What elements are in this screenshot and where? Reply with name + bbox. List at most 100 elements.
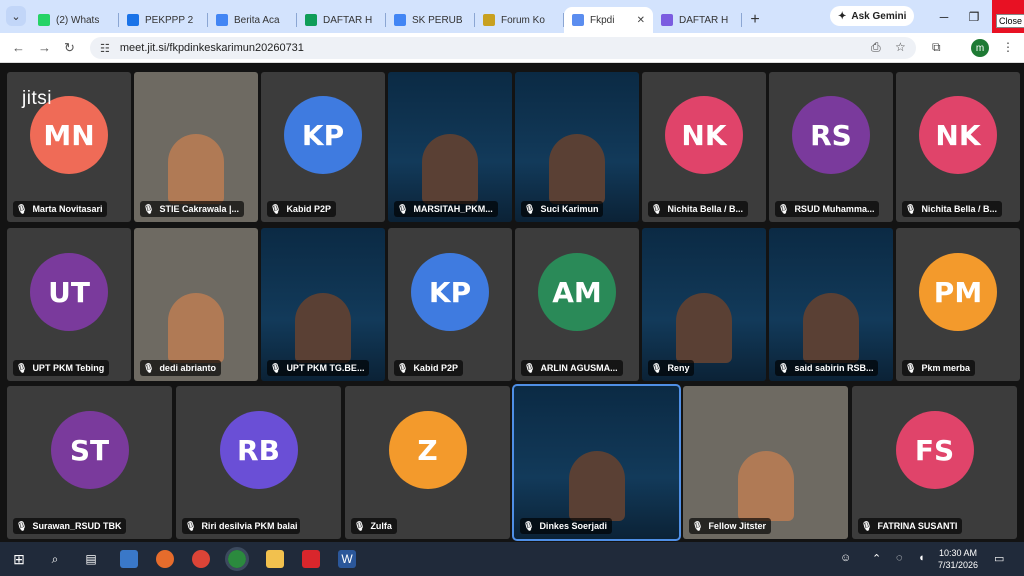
firefox-icon[interactable]	[156, 550, 174, 568]
participant-tile[interactable]: KP 🎙︎ Kabid P2P	[388, 228, 512, 381]
minimize-icon[interactable]: ─	[928, 0, 960, 33]
participant-video	[737, 451, 794, 521]
muted-mic-icon: 🎙︎	[524, 203, 536, 214]
forward-icon[interactable]: →	[38, 40, 51, 55]
participant-tile[interactable]: KP 🎙︎ Kabid P2P	[261, 72, 385, 222]
muted-mic-icon: 🎙︎	[397, 203, 409, 214]
participant-avatar: RB	[219, 411, 298, 490]
participant-tile[interactable]: Z 🎙︎ Zulfa	[345, 386, 510, 539]
restore-icon[interactable]: ❐	[958, 0, 990, 33]
muted-mic-icon: 🎙︎	[861, 520, 873, 531]
tab-favicon-icon	[394, 14, 406, 26]
participant-name: FATRINA SUSANTI	[877, 521, 958, 531]
install-icon[interactable]: ⎙	[871, 40, 881, 55]
browser-tab[interactable]: Fkpdi ✕	[564, 7, 653, 33]
participant-name: UPT PKM TG.BE...	[286, 363, 365, 373]
file-explorer-icon[interactable]	[266, 550, 284, 568]
browser-tab[interactable]: SK PERUB	[386, 7, 475, 33]
browser-tab[interactable]: DAFTAR H	[297, 7, 386, 33]
muted-mic-icon: 🎙︎	[354, 520, 366, 531]
participant-name: Fellow Jitster	[708, 521, 766, 531]
profile-avatar[interactable]: m	[971, 39, 989, 57]
word-icon[interactable]: W	[338, 550, 356, 568]
extensions-icon[interactable]: ⧉	[932, 40, 941, 55]
ask-gemini-button[interactable]: ✦ Ask Gemini	[830, 6, 915, 26]
participant-tile[interactable]: 🎙︎ Dinkes Soerjadi	[512, 384, 681, 541]
participant-tile[interactable]: UT 🎙︎ UPT PKM Tebing	[7, 228, 131, 381]
participant-tile[interactable]: 🎙︎ said sabirin RSB...	[769, 228, 893, 381]
participant-avatar: UT	[30, 253, 108, 332]
participant-name: Nichita Bella / B...	[921, 204, 997, 214]
people-icon[interactable]: ☺	[840, 552, 851, 564]
participant-tile[interactable]: AM 🎙︎ ARLIN AGUSMA...	[515, 228, 639, 381]
muted-mic-icon: 🎙︎	[270, 362, 282, 373]
participant-tile[interactable]: 🎙︎ Fellow Jitster	[683, 386, 848, 539]
browser-tab[interactable]: Forum Ko	[475, 7, 564, 33]
volume-icon[interactable]: ◖	[918, 552, 925, 564]
participant-name: Surawan_RSUD TBK	[32, 521, 122, 531]
notifications-icon[interactable]: ▭	[994, 552, 1004, 565]
new-tab-button[interactable]: +	[742, 7, 768, 33]
network-icon[interactable]: ◌	[896, 552, 903, 564]
browser-tab[interactable]: DAFTAR H	[653, 7, 742, 33]
muted-mic-icon: 🎙︎	[16, 362, 28, 373]
menu-icon[interactable]: ⋮	[1002, 40, 1014, 54]
tab-title: Fkpdi	[590, 14, 615, 26]
participant-name-label: 🎙︎ Kabid P2P	[267, 201, 336, 217]
participant-name-label: 🎙︎ MARSITAH_PKM...	[394, 201, 498, 217]
participant-name: Kabid P2P	[413, 363, 458, 373]
participant-tile[interactable]: NK 🎙︎ Nichita Bella / B...	[896, 72, 1020, 222]
participant-avatar: AM	[538, 253, 616, 332]
participant-tile[interactable]: RB 🎙︎ Riri desilvia PKM balai	[176, 386, 341, 539]
pdf-reader-icon[interactable]	[302, 550, 320, 568]
tab-favicon-icon	[216, 14, 228, 26]
participant-tile[interactable]: 🎙︎ UPT PKM TG.BE...	[261, 228, 385, 381]
windows-start-icon[interactable]: ⊞	[10, 550, 28, 568]
participant-tile[interactable]: 🎙︎ MARSITAH_PKM...	[388, 72, 512, 222]
task-view-icon[interactable]: ▤	[82, 550, 100, 568]
browser-tab[interactable]: PEKPPP 2	[119, 7, 208, 33]
muted-mic-icon: 🎙︎	[270, 203, 282, 214]
participant-name-label: 🎙︎ said sabirin RSB...	[775, 360, 879, 376]
participant-name-label: 🎙︎ Fellow Jitster	[689, 518, 771, 534]
reload-icon[interactable]: ↻	[64, 40, 75, 56]
participant-video	[676, 293, 732, 363]
muted-mic-icon: 🎙︎	[16, 520, 28, 531]
chrome-icon[interactable]	[192, 550, 210, 568]
participant-tile[interactable]: NK 🎙︎ Nichita Bella / B...	[642, 72, 766, 222]
participant-name: ARLIN AGUSMA...	[540, 363, 618, 373]
participant-avatar: NK	[665, 96, 743, 174]
participant-video	[422, 134, 478, 204]
browser-tab[interactable]: Berita Aca	[208, 7, 297, 33]
participant-name-label: 🎙︎ FATRINA SUSANTI	[858, 518, 963, 534]
participant-tile[interactable]: 🎙︎ Suci Karimun	[515, 72, 639, 222]
tab-search-icon[interactable]: ⌄	[6, 6, 26, 26]
participant-tile[interactable]: PM 🎙︎ Pkm merba	[896, 228, 1020, 381]
participant-tile[interactable]: 🎙︎ dedi abrianto	[134, 228, 258, 381]
site-info-icon[interactable]: ☷	[100, 42, 110, 55]
participant-tile[interactable]: RS 🎙︎ RSUD Muhamma...	[769, 72, 893, 222]
participant-name-label: 🎙︎ dedi abrianto	[140, 360, 221, 376]
participant-name-label: 🎙︎ UPT PKM TG.BE...	[267, 360, 370, 376]
tab-close-icon[interactable]: ✕	[637, 15, 645, 26]
participant-tile[interactable]: ST 🎙︎ Surawan_RSUD TBK	[7, 386, 172, 539]
participant-tile[interactable]: 🎙︎ Reny	[642, 228, 766, 381]
clock-time: 10:30 AM	[939, 548, 978, 558]
app-icon[interactable]	[120, 550, 138, 568]
search-icon[interactable]: ⌕	[46, 550, 64, 568]
clock-date: 7/31/2026	[938, 560, 979, 570]
tray-chevron-icon[interactable]: ⌃	[872, 552, 881, 565]
taskbar-clock[interactable]: 10:30 AM 7/31/2026	[938, 547, 978, 571]
participant-tile[interactable]: FS 🎙︎ FATRINA SUSANTI	[852, 386, 1017, 539]
participant-tile[interactable]: 🎙︎ STIE Cakrawala |...	[134, 72, 258, 222]
back-icon[interactable]: ←	[12, 40, 25, 55]
tab-title: DAFTAR H	[679, 14, 729, 26]
chrome-profile-icon[interactable]	[225, 547, 249, 571]
participant-name: MARSITAH_PKM...	[413, 204, 493, 214]
browser-tab[interactable]: (2) Whats	[30, 7, 119, 33]
participant-name: Riri desilvia PKM balai	[201, 521, 298, 531]
participant-name-label: 🎙︎ Pkm merba	[902, 360, 975, 376]
participant-name-label: 🎙︎ Surawan_RSUD TBK	[13, 518, 127, 534]
bookmark-star-icon[interactable]: ☆	[895, 40, 906, 54]
address-bar[interactable]: ☷ meet.jit.si/fkpdinkeskarimun20260731	[90, 37, 916, 59]
